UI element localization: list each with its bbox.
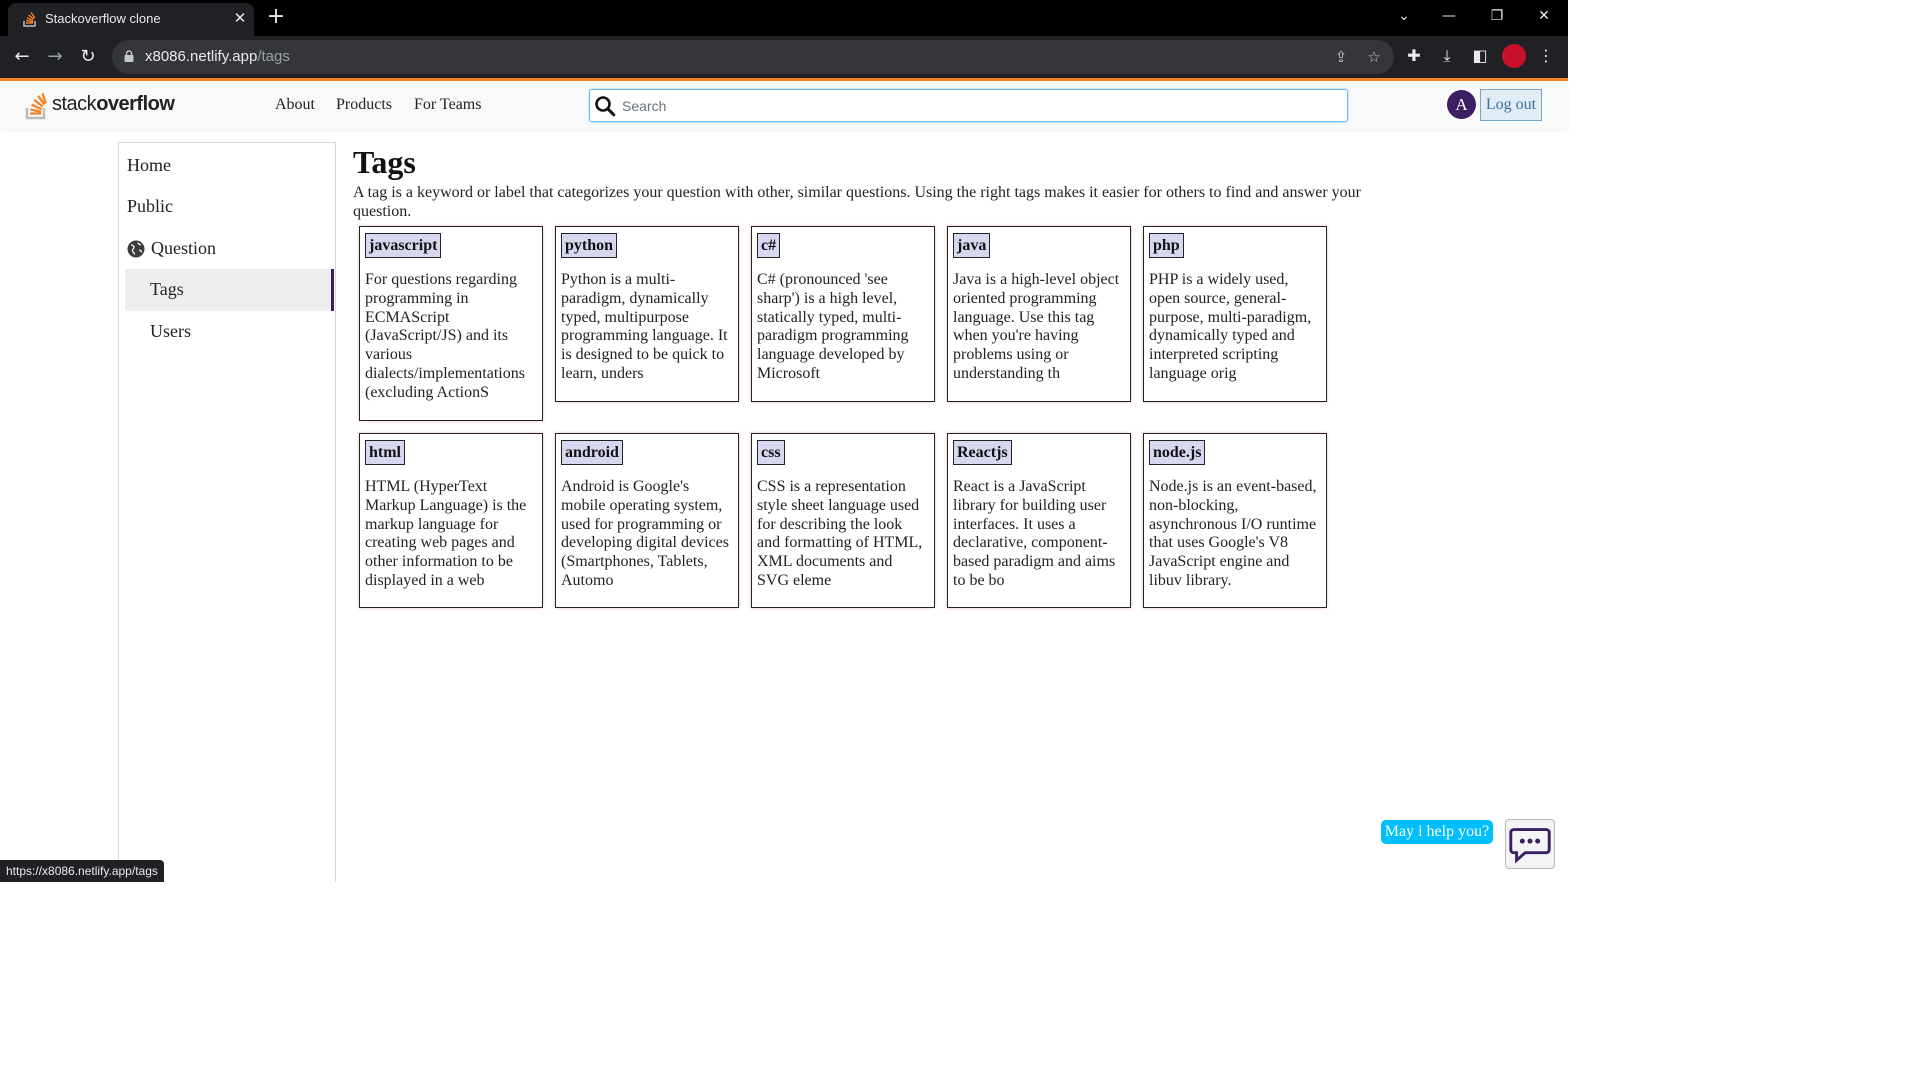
tab-close-icon[interactable]: ✕ — [230, 8, 250, 28]
search-icon — [595, 96, 616, 117]
tag-chip[interactable]: android — [561, 440, 623, 465]
tag-description: For questions regarding programming in E… — [365, 271, 525, 401]
stackoverflow-logo-icon[interactable] — [24, 87, 50, 121]
back-icon[interactable]: ← — [9, 44, 35, 70]
tag-description: Java is a high-level object oriented pro… — [953, 271, 1120, 382]
logout-button[interactable]: Log out — [1480, 89, 1542, 121]
tag-description: Android is Google's mobile operating sys… — [561, 478, 729, 589]
tab-search-chevron-icon[interactable]: ⌄ — [1388, 4, 1420, 28]
address-bar[interactable]: x8086.netlify.app/tags ⇪ ☆ — [112, 40, 1394, 74]
sidebar-item-tags[interactable]: Tags — [150, 279, 184, 300]
stackoverflow-favicon-icon — [23, 12, 36, 27]
browser-menu-icon[interactable]: ⋮ — [1535, 45, 1557, 67]
share-icon[interactable]: ⇪ — [1331, 47, 1351, 67]
tag-chip[interactable]: css — [757, 440, 785, 465]
tag-card[interactable]: android Android is Google's mobile opera… — [555, 433, 739, 608]
globe-icon — [127, 240, 145, 258]
address-url: x8086.netlify.app/tags — [145, 48, 290, 65]
left-sidebar: Home Public Question Tags Users — [118, 142, 336, 882]
forward-icon[interactable]: → — [42, 44, 68, 70]
tag-description: React is a JavaScript library for buildi… — [953, 478, 1116, 589]
sidebar-item-question[interactable]: Question — [151, 238, 216, 259]
restore-icon[interactable]: ❐ — [1481, 4, 1513, 28]
tag-chip[interactable]: c# — [757, 233, 781, 258]
browser-titlebar: Stackoverflow clone ✕ + ⌄ — ❐ ✕ — [0, 0, 1568, 36]
sidebar-item-public: Public — [127, 196, 174, 216]
tag-card[interactable]: css CSS is a representation style sheet … — [751, 433, 935, 608]
chat-button[interactable] — [1505, 819, 1555, 869]
page-title: Tags — [353, 144, 416, 180]
logo-text[interactable]: stackoverflow — [52, 93, 175, 116]
tag-chip[interactable]: python — [561, 233, 618, 258]
tag-chip[interactable]: java — [953, 233, 991, 258]
tag-chip[interactable]: Reactjs — [953, 440, 1012, 465]
lock-icon — [124, 50, 134, 62]
search-input[interactable] — [622, 90, 1322, 121]
tag-card[interactable]: java Java is a high-level object oriente… — [947, 226, 1131, 402]
nav-for-teams[interactable]: For Teams — [414, 96, 481, 114]
tag-chip[interactable]: node.js — [1149, 440, 1206, 465]
minimize-icon[interactable]: — — [1433, 4, 1465, 28]
page-description: A tag is a keyword or label that categor… — [353, 184, 1362, 220]
tag-card[interactable]: html HTML (HyperText Markup Language) is… — [359, 433, 543, 608]
browser-status-bar: https://x8086.netlify.app/tags — [0, 860, 164, 882]
browser-profile-avatar[interactable] — [1502, 44, 1526, 68]
browser-tab[interactable]: Stackoverflow clone ✕ — [8, 3, 254, 36]
tag-description: HTML (HyperText Markup Language) is the … — [365, 478, 527, 589]
tag-chip[interactable]: javascript — [365, 233, 442, 258]
help-bubble[interactable]: May i help you? — [1381, 820, 1493, 844]
browser-toolbar: ← → ↻ x8086.netlify.app/tags ⇪ ☆ ✚ ⤓ ◧ ⋮ — [0, 36, 1568, 78]
tag-description: PHP is a widely used, open source, gener… — [1149, 271, 1312, 382]
window-close-icon[interactable]: ✕ — [1528, 4, 1560, 28]
tag-card[interactable]: php PHP is a widely used, open source, g… — [1143, 226, 1327, 402]
tab-title: Stackoverflow clone — [45, 11, 161, 26]
reload-icon[interactable]: ↻ — [75, 44, 101, 70]
bookmark-star-icon[interactable]: ☆ — [1364, 47, 1384, 67]
sidebar-item-users[interactable]: Users — [150, 321, 191, 342]
tag-chip[interactable]: php — [1149, 233, 1184, 258]
side-panel-icon[interactable]: ◧ — [1469, 45, 1491, 67]
tag-card[interactable]: node.js Node.js is an event-based, non-b… — [1143, 433, 1327, 608]
sidebar-item-home[interactable]: Home — [127, 155, 171, 176]
site-header: stackoverflow About Products For Teams A… — [0, 81, 1568, 130]
tag-card[interactable]: Reactjs React is a JavaScript library fo… — [947, 433, 1131, 608]
tag-card[interactable]: python Python is a multi-paradigm, dynam… — [555, 226, 739, 402]
search-box — [589, 89, 1348, 122]
tag-description: C# (pronounced 'see sharp') is a high le… — [757, 271, 909, 382]
tag-card[interactable]: c# C# (pronounced 'see sharp') is a high… — [751, 226, 935, 402]
extensions-puzzle-icon[interactable]: ✚ — [1403, 45, 1425, 67]
nav-products[interactable]: Products — [336, 96, 392, 114]
tag-chip[interactable]: html — [365, 440, 405, 465]
tag-card[interactable]: javascript For questions regarding progr… — [359, 226, 543, 421]
tag-description: Node.js is an event-based, non-blocking,… — [1149, 478, 1317, 589]
chat-icon — [1509, 828, 1551, 864]
downloads-icon[interactable]: ⤓ — [1436, 45, 1458, 67]
user-avatar[interactable]: A — [1447, 90, 1476, 119]
tag-description: Python is a multi-paradigm, dynamically … — [561, 271, 728, 382]
new-tab-button[interactable]: + — [264, 4, 288, 30]
nav-about[interactable]: About — [275, 96, 315, 114]
tag-description: CSS is a representation style sheet lang… — [757, 478, 923, 589]
